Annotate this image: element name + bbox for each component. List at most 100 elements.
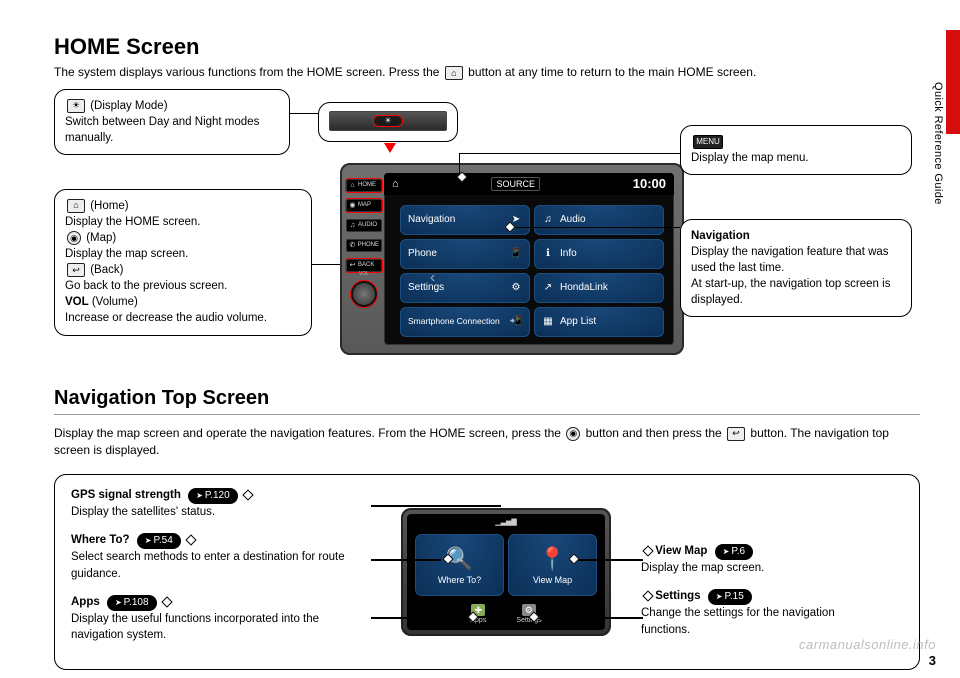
back-hw-icon: ↩ xyxy=(67,263,85,277)
vol-label: VOL xyxy=(65,296,89,308)
leader-anchor xyxy=(642,546,653,557)
hw-audio-button[interactable]: ♫AUDIO xyxy=(346,219,382,232)
where-text: Select search methods to enter a destina… xyxy=(71,551,345,579)
nav-intro: Display the map screen and operate the n… xyxy=(54,425,920,459)
nav-left-column: GPS signal strength P.120 Display the sa… xyxy=(71,487,371,657)
intro-a: The system displays various functions fr… xyxy=(54,65,443,79)
page-ref[interactable]: P.6 xyxy=(715,544,753,560)
map-text: Display the map screen. xyxy=(65,248,188,260)
nav-tile-where-to[interactable]: 🔍 Where To? xyxy=(415,534,504,596)
tile-label: Phone xyxy=(408,248,437,259)
home-text: Display the HOME screen. xyxy=(65,216,201,228)
where-title: Where To? xyxy=(71,534,130,546)
view-text: Display the map screen. xyxy=(641,562,764,574)
display-mode-icon: ☀ xyxy=(67,99,85,113)
tile-phone[interactable]: Phone 📱 xyxy=(400,239,530,269)
nav-diagram-box: GPS signal strength P.120 Display the sa… xyxy=(54,474,920,670)
page-dots: ○ ● ○ ○ ○ xyxy=(384,343,674,345)
leader-line xyxy=(531,617,643,618)
callout-hardware-buttons: ⌂ (Home) Display the HOME screen. ◉ (Map… xyxy=(54,189,312,336)
leader-line xyxy=(571,559,643,560)
item-settings: Settings P.15 Change the settings for th… xyxy=(641,588,876,637)
home-hw-icon: ⌂ xyxy=(67,199,85,213)
home-label: (Home) xyxy=(90,200,128,212)
home-diagram: ☀ (Display Mode) Switch between Day and … xyxy=(54,89,914,359)
gps-title: GPS signal strength xyxy=(71,489,181,501)
tile-label: Navigation xyxy=(408,214,455,225)
leader-anchor xyxy=(642,591,653,602)
tile-applist[interactable]: ▦App List xyxy=(534,307,664,337)
nav-right-column: View Map P.6 Display the map screen. Set… xyxy=(641,487,876,657)
infotainment-device: ⌂HOME ◉MAP ♫AUDIO ✆PHONE ↩BACK VOL ⌂ SOU… xyxy=(340,163,684,355)
nav-tile-view-map[interactable]: 📍 View Map xyxy=(508,534,597,596)
hw-map-button[interactable]: ◉MAP xyxy=(346,199,382,212)
nav-intro-a: Display the map screen and operate the n… xyxy=(54,426,564,440)
callout-menu: MENU Display the map menu. xyxy=(680,125,912,175)
home-icon: ⌂ xyxy=(349,182,356,189)
phone-icon: 📲 xyxy=(510,316,522,328)
leader-line xyxy=(459,153,680,154)
section-tab xyxy=(946,30,960,134)
back-text: Go back to the previous screen. xyxy=(65,280,227,292)
tile-label: Where To? xyxy=(438,575,481,585)
nav-screen: ▁▃▅▇ 🔍 Where To? 📍 View Map xyxy=(407,514,605,630)
page-ref[interactable]: P.54 xyxy=(137,533,181,549)
tile-hondalink[interactable]: ↗HondaLink xyxy=(534,273,664,303)
nav-callout-text: Display the navigation feature that was … xyxy=(691,246,890,306)
phone-icon: 📱 xyxy=(510,248,522,260)
map-hw-icon: ◉ xyxy=(67,231,81,245)
heading-nav-top-screen: Navigation Top Screen xyxy=(54,387,920,415)
tile-label: Settings xyxy=(408,282,444,293)
page-ref[interactable]: P.120 xyxy=(188,488,238,504)
tile-smartphone[interactable]: Smartphone Connection 📲 xyxy=(400,307,530,337)
display-mode-button[interactable]: ☀ xyxy=(373,115,403,127)
leader-line xyxy=(371,559,441,560)
hw-label: HOME xyxy=(358,182,376,188)
settings-title: Settings xyxy=(655,590,700,602)
vol-text: Increase or decrease the audio volume. xyxy=(65,312,267,324)
hw-home-button[interactable]: ⌂HOME xyxy=(346,179,382,192)
menu-icon: MENU xyxy=(693,135,723,149)
clock: 10:00 xyxy=(633,176,666,191)
map-icon: ◉ xyxy=(349,202,356,209)
link-icon: ↗ xyxy=(542,282,554,294)
info-icon: ℹ xyxy=(542,248,554,260)
page-ref[interactable]: P.15 xyxy=(708,589,752,605)
page-number: 3 xyxy=(929,653,936,668)
tile-label: Audio xyxy=(560,214,586,225)
item-apps: Apps P.108 Display the useful functions … xyxy=(71,594,371,643)
display-mode-text: Switch between Day and Night modes manua… xyxy=(65,116,259,144)
gps-text: Display the satellites' status. xyxy=(71,506,215,518)
gear-icon: ⚙ xyxy=(510,282,522,294)
device-screen: ⌂ SOURCE 10:00 Navigation➤ ♫Audio Phone📱… xyxy=(384,173,674,345)
tile-label: Smartphone Connection xyxy=(408,317,500,326)
item-where: Where To? P.54 Select search methods to … xyxy=(71,532,371,581)
tile-settings[interactable]: Settings ⚙ xyxy=(400,273,530,303)
hw-phone-button[interactable]: ✆PHONE xyxy=(346,239,382,252)
page-ref[interactable]: P.108 xyxy=(107,595,157,611)
vol-desc: (Volume) xyxy=(92,296,138,308)
leader-anchor xyxy=(185,535,196,546)
nav-intro-b: button and then press the xyxy=(586,426,725,440)
hw-volume-knob[interactable] xyxy=(351,281,377,307)
leader-line xyxy=(459,153,460,173)
callout-display-mode: ☀ (Display Mode) Switch between Day and … xyxy=(54,89,290,155)
tile-label: Info xyxy=(560,248,577,259)
tile-audio[interactable]: ♫Audio xyxy=(534,205,664,235)
source-button[interactable]: SOURCE xyxy=(491,177,540,191)
pointer-triangle xyxy=(384,143,396,153)
item-gps: GPS signal strength P.120 Display the sa… xyxy=(71,487,371,520)
map-icon: ◉ xyxy=(566,427,580,441)
apps-title: Apps xyxy=(71,596,100,608)
tile-info[interactable]: ℹ Info xyxy=(534,239,664,269)
hw-label: PHONE xyxy=(358,242,379,248)
hardware-button-column: ⌂HOME ◉MAP ♫AUDIO ✆PHONE ↩BACK VOL xyxy=(346,179,382,307)
home-tiles: Navigation➤ ♫Audio Phone📱 ℹInfo Settings… xyxy=(384,195,674,343)
chevron-left-icon[interactable]: ‹ xyxy=(430,269,435,287)
tile-label: View Map xyxy=(533,575,572,585)
nav-center-column: ▁▃▅▇ 🔍 Where To? 📍 View Map xyxy=(391,487,621,657)
heading-home-screen: HOME Screen xyxy=(54,34,920,60)
screen-topbar: ⌂ SOURCE 10:00 xyxy=(384,173,674,195)
intro-text: The system displays various functions fr… xyxy=(54,64,920,81)
pin-icon: 📍 xyxy=(539,546,566,572)
